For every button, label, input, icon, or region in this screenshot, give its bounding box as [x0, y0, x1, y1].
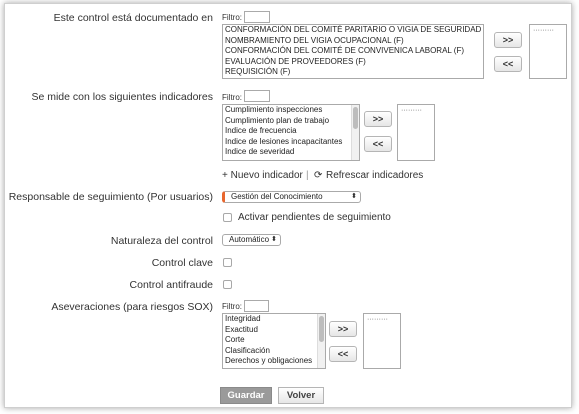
list-item[interactable]: Corte [223, 335, 325, 346]
list-item[interactable]: Exactitud [223, 325, 325, 336]
list-item[interactable]: Indice de severidad [223, 147, 359, 158]
assertions-add-button[interactable]: >> [329, 321, 357, 337]
nature-label: Naturaleza del control [110, 235, 213, 247]
indicators-filter-label: Filtro: [222, 93, 242, 102]
indicators-remove-button[interactable]: << [364, 136, 392, 152]
selected-placeholder: ········· [401, 107, 422, 114]
activate-pending-label: Activar pendientes de seguimiento [238, 212, 391, 223]
indicators-selected-list[interactable]: ········· [397, 104, 435, 161]
list-item[interactable]: Indice de frecuencia [223, 126, 359, 137]
documented-selected-list[interactable]: ········· [529, 24, 567, 79]
activate-pending-checkbox[interactable] [223, 213, 232, 222]
documented-listbox[interactable]: CONFORMACIÓN DEL COMITÉ PARITARIO O VIGI… [222, 24, 484, 79]
list-item[interactable]: REQUISICIÓN (F) [223, 67, 483, 78]
nature-value: Automático [229, 235, 270, 244]
indicators-scrollbar[interactable] [351, 105, 359, 160]
select-arrows-icon: ⬍ [351, 193, 357, 200]
documented-add-button[interactable]: >> [494, 32, 522, 48]
select-arrows-icon: ⬍ [271, 236, 277, 243]
antifraud-label: Control antifraude [129, 279, 213, 291]
assertions-label: Aseveraciones (para riesgos SOX) [51, 301, 213, 313]
key-control-label: Control clave [151, 257, 213, 269]
list-item[interactable]: NOMBRAMIENTO DEL VIGIA OCUPACIONAL (F) [223, 36, 483, 47]
refresh-icon[interactable]: ⟳ [314, 170, 322, 181]
documented-label: Este control está documentado en [53, 12, 213, 24]
assertions-selected-list[interactable]: ········· [363, 313, 401, 369]
key-control-checkbox[interactable] [223, 258, 232, 267]
list-item[interactable]: Clasificación [223, 346, 325, 357]
assertions-filter-input[interactable] [244, 300, 269, 312]
documented-filter-label: Filtro: [222, 13, 242, 22]
indicators-label: Se mide con los siguientes indicadores [31, 91, 213, 103]
responsible-value: Gestión del Conocimiento [231, 192, 323, 201]
responsible-label: Responsable de seguimiento (Por usuarios… [8, 191, 213, 203]
assertions-remove-button[interactable]: << [329, 346, 357, 362]
responsible-select[interactable]: Gestión del Conocimiento ⬍ [222, 191, 361, 203]
list-item[interactable]: CONFORMACIÓN DEL COMITÉ DE CONVIVENICA L… [223, 46, 483, 57]
list-item[interactable]: Derechos y obligaciones [223, 356, 325, 367]
link-separator: | [306, 170, 309, 181]
new-indicator-link[interactable]: + Nuevo indicador [222, 170, 303, 181]
indicators-add-button[interactable]: >> [364, 111, 392, 127]
assertions-filter-label: Filtro: [222, 302, 242, 311]
nature-select[interactable]: Automático ⬍ [222, 234, 281, 246]
indicators-listbox[interactable]: Cumplimiento inspecciones Cumplimiento p… [222, 104, 360, 161]
list-item[interactable]: Indice de lesiones incapacitantes [223, 137, 359, 148]
assertions-scrollbar[interactable] [317, 314, 325, 368]
assertions-listbox[interactable]: Integridad Exactitud Corte Clasificación… [222, 313, 326, 369]
documented-remove-button[interactable]: << [494, 56, 522, 72]
list-item[interactable]: Cumplimiento plan de trabajo [223, 116, 359, 127]
list-item[interactable]: Cumplimiento inspecciones [223, 105, 359, 116]
list-item[interactable]: CONFORMACIÓN DEL COMITÉ PARITARIO O VIGI… [223, 25, 483, 36]
list-item[interactable]: Integridad [223, 314, 325, 325]
selected-placeholder: ········· [533, 27, 554, 34]
antifraud-checkbox[interactable] [223, 280, 232, 289]
documented-filter-input[interactable] [244, 11, 270, 23]
back-button[interactable]: Volver [278, 387, 324, 404]
save-button[interactable]: Guardar [220, 387, 272, 404]
selected-placeholder: ········· [367, 316, 388, 323]
indicators-filter-input[interactable] [244, 90, 270, 102]
list-item[interactable]: EVALUACIÓN DE PROVEEDORES (F) [223, 57, 483, 68]
refresh-indicators-link[interactable]: Refrescar indicadores [326, 170, 423, 181]
